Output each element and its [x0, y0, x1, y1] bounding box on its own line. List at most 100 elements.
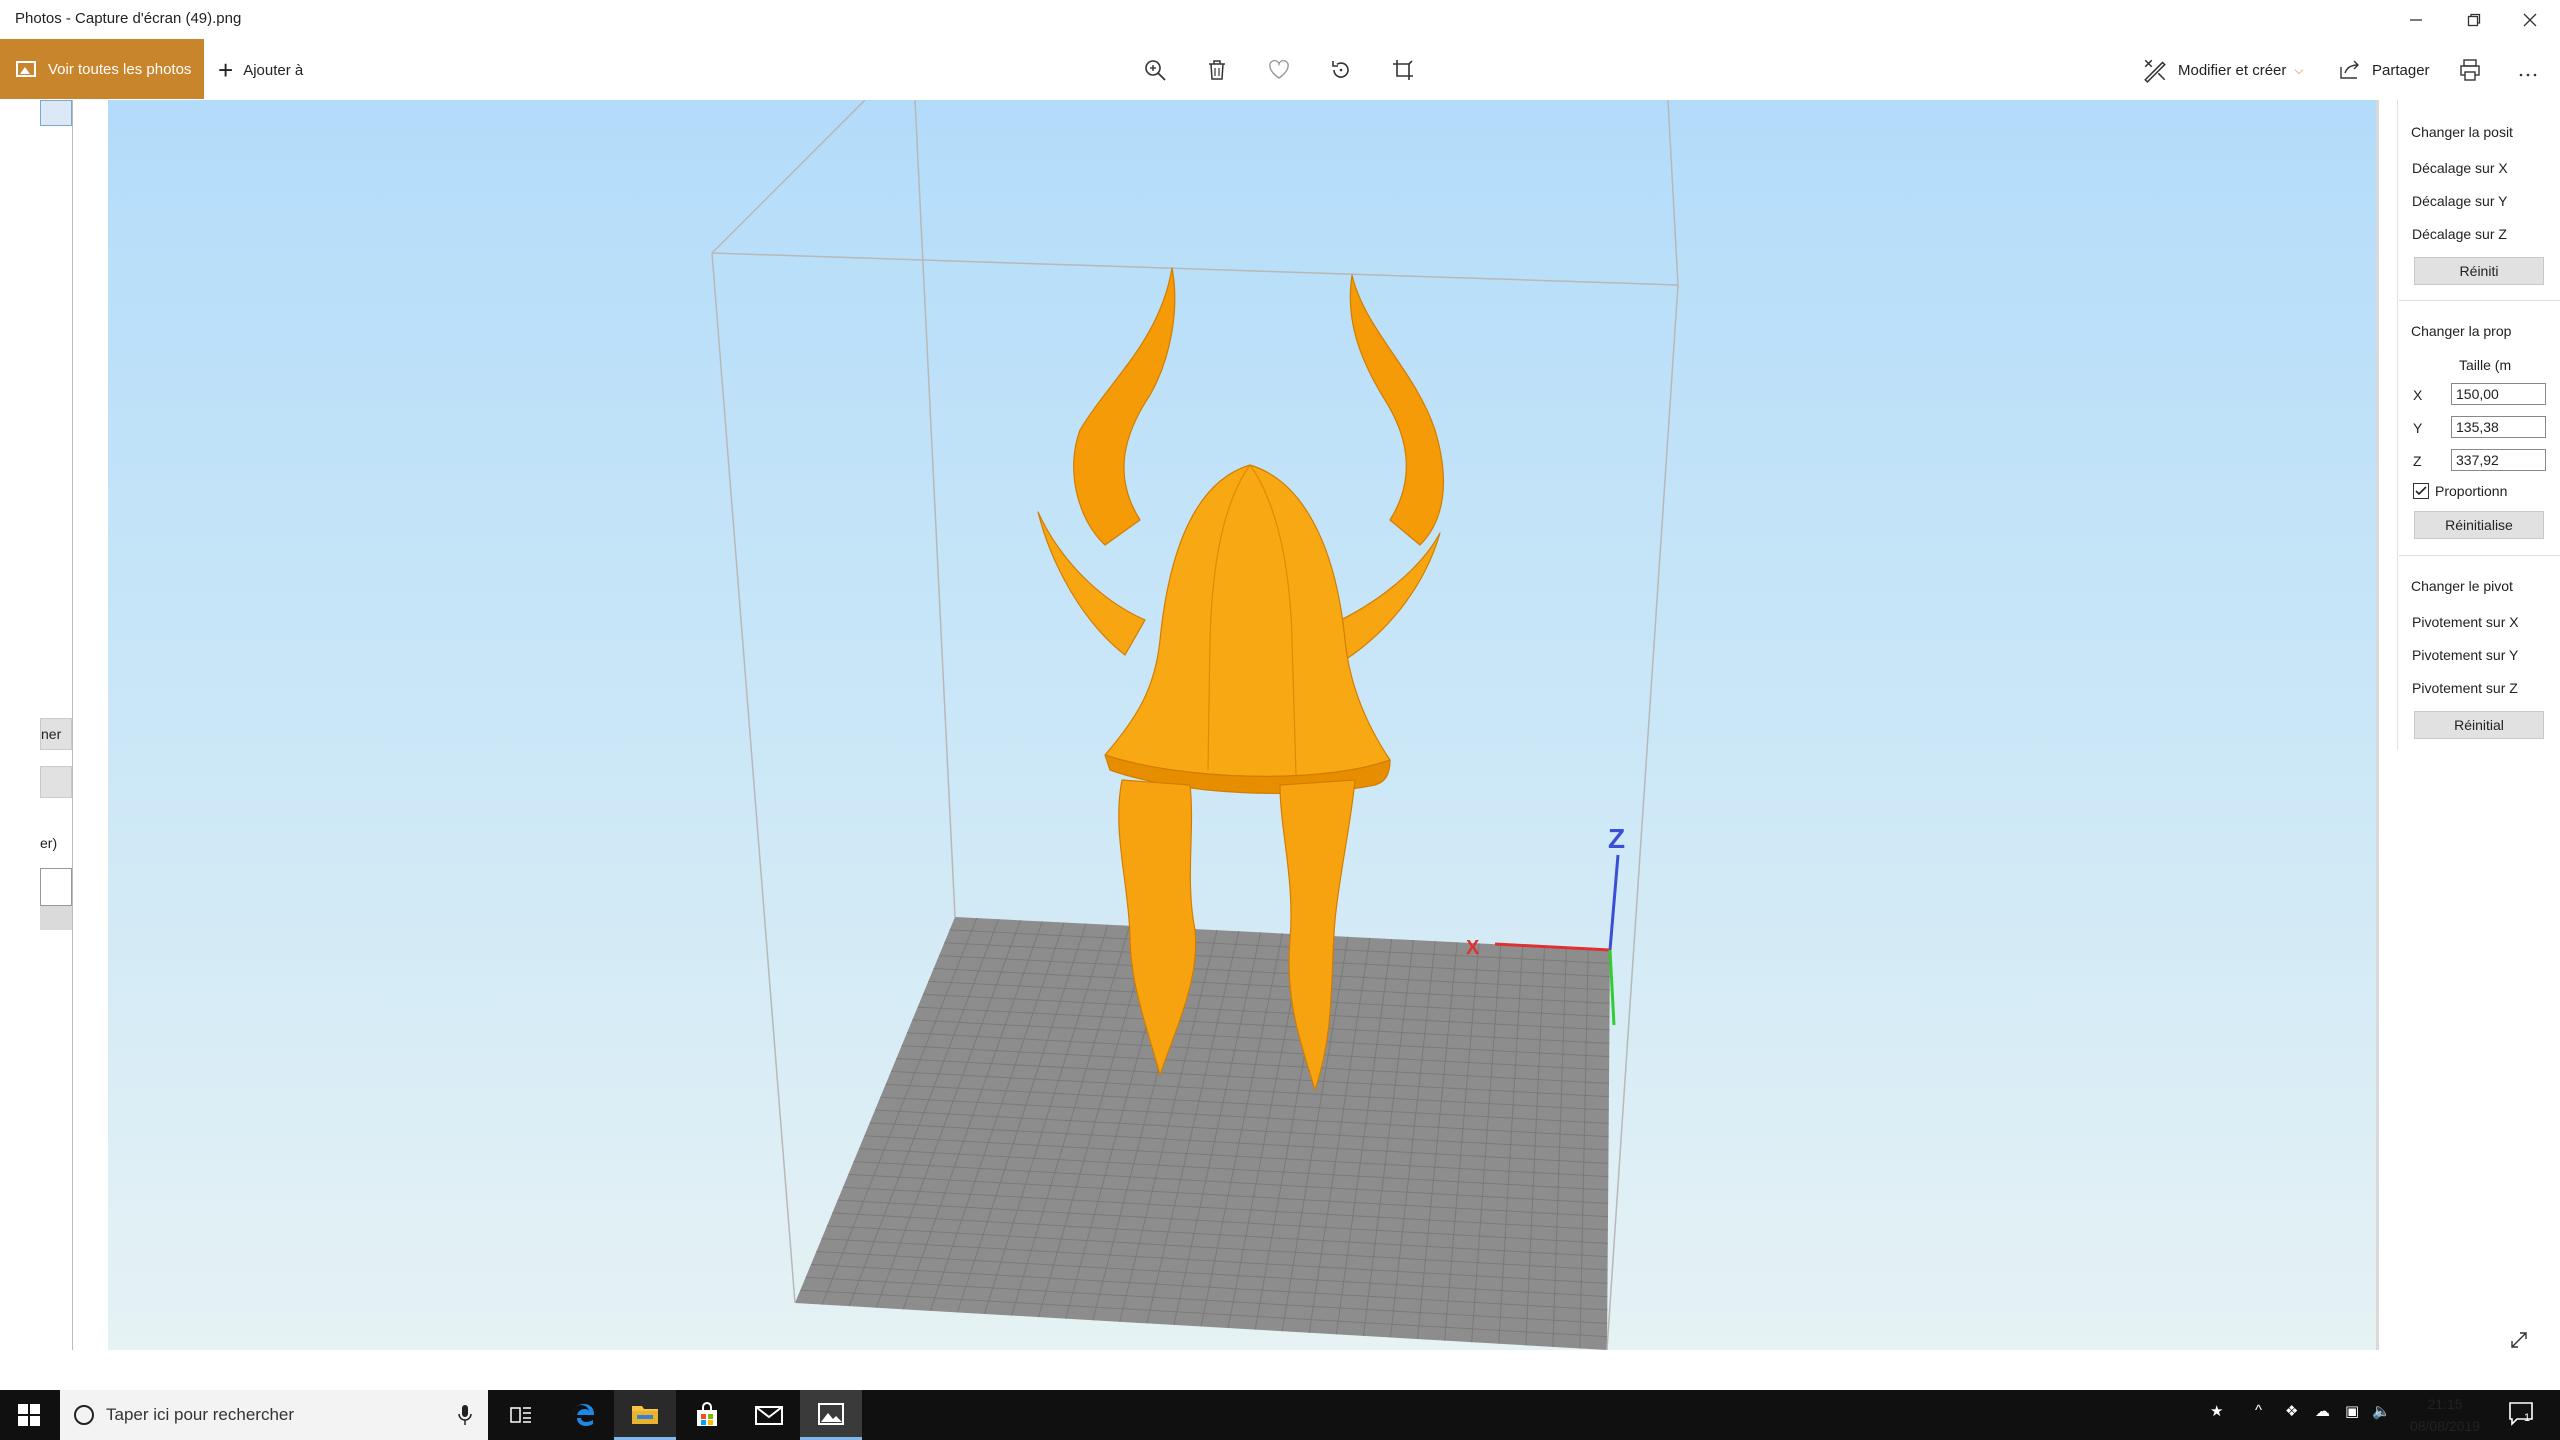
axis-y-line	[1608, 949, 1616, 1026]
offset-x-label: Décalage sur X	[2412, 160, 2508, 176]
mail-button[interactable]	[738, 1390, 800, 1440]
delete-icon	[1209, 60, 1225, 80]
clock-date: 08/08/2019	[2409, 1418, 2481, 1434]
view-all-photos-label: Voir toutes les photos	[48, 60, 192, 78]
pivot-x-label: Pivotement sur X	[2412, 614, 2519, 630]
left-panel-partial-field[interactable]	[40, 868, 72, 906]
volume-icon[interactable]: 🔈	[2372, 1402, 2391, 1420]
left-panel-selected-item[interactable]	[40, 100, 72, 126]
size-label: Taille (m	[2459, 357, 2512, 373]
crop-button[interactable]	[1383, 50, 1423, 90]
reset-pivot-button[interactable]: Réinitial	[2414, 711, 2544, 739]
left-panel-partial-text: er)	[40, 835, 58, 851]
size-x-input[interactable]: 150,00	[2451, 383, 2546, 405]
checkmark-icon	[2415, 486, 2427, 496]
dropbox-icon[interactable]: ❖	[2285, 1402, 2298, 1420]
file-explorer-icon	[632, 1405, 658, 1424]
size-z-label: Z	[2413, 453, 2422, 469]
store-icon	[697, 1402, 717, 1426]
store-button[interactable]	[676, 1390, 738, 1440]
file-explorer-button[interactable]	[614, 1390, 676, 1440]
search-placeholder: Taper ici pour rechercher	[106, 1405, 295, 1424]
offset-y-label: Décalage sur Y	[2412, 193, 2508, 209]
pivot-z-label: Pivotement sur Z	[2412, 680, 2518, 696]
expand-button[interactable]	[2509, 1330, 2529, 1350]
people-icon[interactable]: ★	[2210, 1402, 2223, 1420]
window-title: Photos - Capture d'écran (49).png	[15, 10, 242, 27]
plus-icon: +	[218, 55, 234, 85]
close-icon	[2523, 13, 2537, 26]
proportions-header: Changer la prop	[2411, 323, 2512, 339]
edge-icon	[573, 1404, 594, 1426]
left-panel-partial-button[interactable]: ner	[40, 718, 72, 750]
expand-icon	[2511, 1332, 2527, 1348]
size-y-label: Y	[2413, 420, 2423, 436]
taskbar-search[interactable]: Taper ici pour rechercher	[60, 1390, 488, 1440]
size-x-label: X	[2413, 387, 2423, 403]
minimize-icon	[2410, 18, 2422, 21]
mail-icon	[755, 1406, 783, 1425]
proportional-checkbox[interactable]	[2413, 483, 2429, 499]
photos-icon	[818, 1402, 844, 1425]
group-divider	[2399, 300, 2560, 301]
cortana-icon	[74, 1405, 94, 1425]
share-label: Partager	[2372, 61, 2430, 79]
taskbar-clock[interactable]: 21:15 08/08/2019	[2395, 1393, 2495, 1437]
left-panel-partial-bar	[40, 906, 72, 930]
3d-viewport[interactable]: Z X	[108, 100, 2376, 1350]
close-button[interactable]	[2500, 0, 2560, 39]
view-all-photos-button[interactable]: Voir toutes les photos	[0, 39, 204, 99]
title-bar	[0, 0, 2560, 39]
network-icon[interactable]: ▣	[2345, 1402, 2359, 1420]
axis-z-line	[1608, 854, 1620, 951]
onedrive-icon[interactable]: ☁	[2315, 1402, 2330, 1420]
size-z-input[interactable]: 337,92	[2451, 449, 2546, 471]
chevron-down-icon: ⌵	[2294, 62, 2304, 77]
add-to-label: Ajouter à	[243, 61, 304, 79]
notifications-button[interactable]: 1	[2508, 1400, 2538, 1430]
print-button[interactable]	[2450, 50, 2490, 90]
share-button[interactable]: Partager	[2338, 52, 2430, 88]
photos-app-button[interactable]	[800, 1390, 862, 1440]
microphone-icon	[458, 1405, 472, 1425]
edit-create-button[interactable]: Modifier et créer ⌵	[2142, 52, 2303, 88]
restore-icon	[2467, 13, 2481, 26]
edit-create-label: Modifier et créer	[2178, 61, 2287, 79]
rotate-icon	[1332, 61, 1349, 78]
delete-button[interactable]	[1197, 50, 1237, 90]
reset-size-button[interactable]: Réinitialise	[2414, 511, 2544, 539]
start-button[interactable]	[0, 1390, 58, 1440]
proportional-label: Proportionn	[2435, 483, 2508, 499]
notification-count: 1	[2524, 1412, 2531, 1424]
axis-x-label: X	[1466, 937, 1480, 959]
left-panel-divider	[72, 100, 109, 1350]
more-options-button[interactable]	[2508, 50, 2548, 90]
crop-icon	[1393, 60, 1413, 80]
size-y-input[interactable]: 135,38	[2451, 416, 2546, 438]
left-panel-partial-button-2[interactable]	[40, 766, 72, 798]
more-icon	[2519, 73, 2537, 77]
clock-time: 21:15	[2427, 1396, 2463, 1412]
offset-z-label: Décalage sur Z	[2412, 226, 2507, 242]
axis-z-label: Z	[1608, 823, 1625, 854]
pivot-header: Changer le pivot	[2411, 578, 2513, 594]
group-divider	[2399, 555, 2560, 556]
windows-logo-icon	[18, 1404, 40, 1426]
task-view-button[interactable]	[490, 1390, 552, 1440]
reset-position-button[interactable]: Réiniti	[2414, 257, 2544, 285]
zoom-button[interactable]	[1135, 50, 1175, 90]
pivot-y-label: Pivotement sur Y	[2412, 647, 2519, 663]
rotate-button[interactable]	[1321, 50, 1361, 90]
right-panel: Changer la posit Décalage sur X Décalage…	[2376, 100, 2560, 1350]
print-icon	[2460, 59, 2480, 81]
zoom-in-icon	[1145, 60, 1166, 81]
edge-button[interactable]	[552, 1390, 614, 1440]
minimize-button[interactable]	[2386, 0, 2446, 39]
photos-gallery-icon	[16, 61, 36, 77]
add-to-button[interactable]: + Ajouter à	[218, 52, 303, 88]
3d-scene: Z X	[711, 100, 1679, 1350]
favorite-button[interactable]	[1259, 50, 1299, 90]
restore-button[interactable]	[2444, 0, 2504, 39]
task-view-icon	[510, 1407, 531, 1423]
chevron-up-icon[interactable]: ^	[2255, 1402, 2262, 1419]
